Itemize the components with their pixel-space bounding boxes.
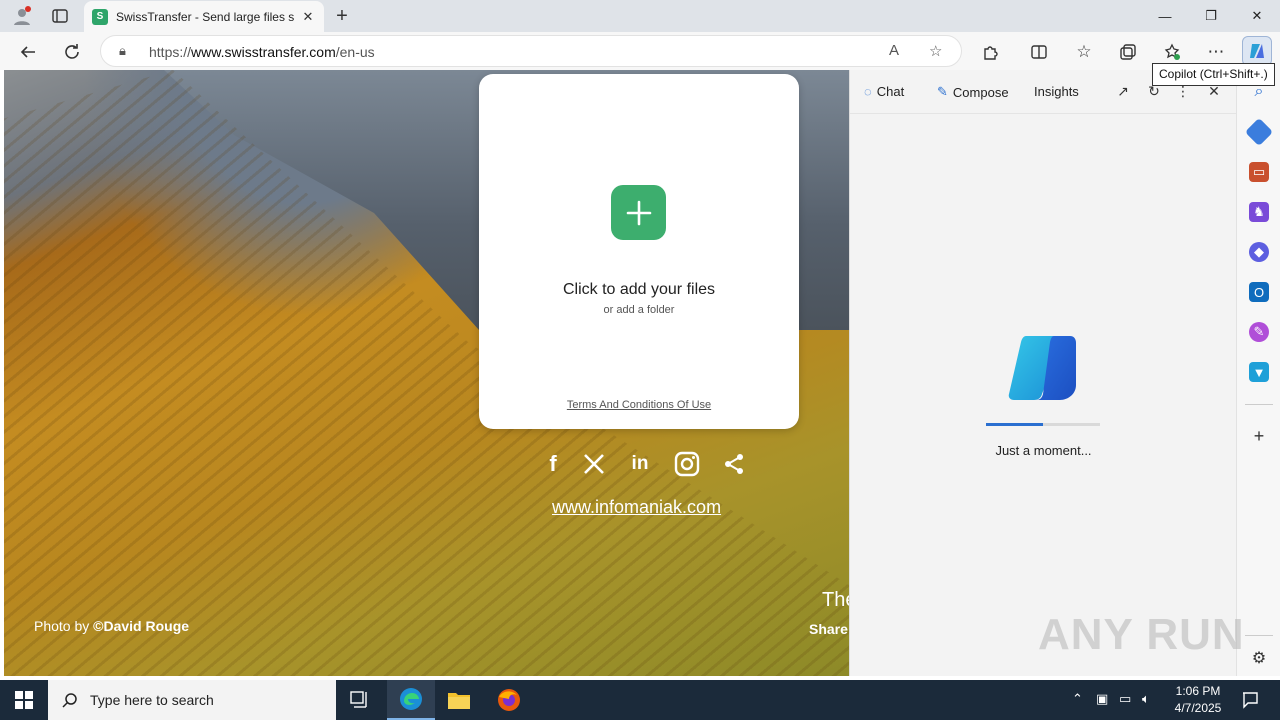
notifications-icon[interactable] [1230,680,1270,720]
terms-link[interactable]: Terms And Conditions Of Use [479,399,799,411]
taskbar-search-box[interactable]: Type here to search [48,680,336,720]
volume-icon[interactable]: 🔈︎ [1142,691,1150,707]
sidebar-divider [1245,404,1273,405]
refresh-button[interactable] [59,39,85,65]
infomaniak-link[interactable]: www.infomaniak.com [552,497,721,518]
firefox-icon[interactable] [485,680,533,720]
add-files-title[interactable]: Click to add your files [479,281,799,299]
file-explorer-icon[interactable] [435,680,483,720]
anyrun-watermark: ANY RUN [1038,610,1245,659]
photo-author-link[interactable]: ©David Rouge [93,618,189,634]
browser-toolbar: 🔒︎ https://www.swisstransfer.com/en-us A… [0,32,1280,70]
back-button[interactable] [15,39,41,65]
read-aloud-icon[interactable]: A [889,42,899,59]
designer-icon[interactable]: ✎ [1249,322,1269,342]
network-icon[interactable]: ▭ [1119,691,1131,707]
search-icon [62,693,77,708]
tools-icon[interactable]: ▭ [1249,162,1269,182]
loading-status-text: Just a moment... [995,443,1092,458]
copilot-logo-icon [1008,336,1076,400]
tray-overflow-icon[interactable]: ⌃ [1072,691,1083,707]
screen: S SwissTransfer - Send large files se ✕ … [0,0,1280,720]
new-tab-button[interactable]: + [330,4,354,28]
browser-tab-bar: S SwissTransfer - Send large files se ✕ … [0,0,1280,32]
linkedin-icon[interactable]: in [625,450,655,478]
copilot-button[interactable] [1242,36,1272,66]
tab-actions-icon[interactable] [48,4,72,28]
add-folder-link[interactable]: or add a folder [479,304,799,316]
start-button[interactable] [0,680,48,720]
tab-title: SwissTransfer - Send large files se [116,9,294,24]
plus-icon [626,200,651,225]
page-background-photo: Click to add your files or add a folder … [4,70,849,676]
browser-essentials-icon[interactable] [1159,39,1185,65]
sidebar-divider-bottom [1245,635,1273,636]
clock-date: 4/7/2025 [1174,701,1222,715]
games-icon[interactable]: ♞ [1249,202,1269,222]
favorite-star-icon[interactable]: ☆ [929,42,942,60]
lock-icon[interactable]: 🔒︎ [119,43,126,59]
minimize-button[interactable]: — [1142,0,1188,32]
facebook-icon[interactable]: f [538,450,568,478]
tab-close-icon[interactable]: ✕ [300,9,316,25]
upload-card[interactable]: Click to add your files or add a folder … [479,74,799,429]
hero-tagline: The [822,589,849,611]
favorites-icon[interactable]: ☆ [1071,39,1097,65]
x-twitter-icon[interactable] [579,450,609,478]
tab-swisstransfer[interactable]: S SwissTransfer - Send large files se ✕ [84,1,324,32]
copilot-pane: ◌ Chat ✎ Compose Insights ↗ ↻ ⋮ ✕ Just a m… [849,70,1237,676]
outlook-icon[interactable]: O [1249,282,1269,302]
tab-insights[interactable]: Insights [1034,84,1079,99]
add-files-button[interactable] [611,185,666,240]
address-bar[interactable]: 🔒︎ https://www.swisstransfer.com/en-us A… [100,35,962,67]
tray-app-icon[interactable]: ▣ [1096,691,1108,707]
split-screen-icon[interactable] [1026,39,1052,65]
edge-sidebar: ⌕ ▭ ♞ ◆ O ✎ ▼ + ⚙ [1236,70,1280,676]
microsoft365-icon[interactable]: ◆ [1249,242,1269,262]
extensions-icon[interactable] [978,39,1004,65]
tab-compose[interactable]: ✎ Compose [937,84,1009,100]
add-sidebar-app-icon[interactable]: + [1249,426,1269,446]
copilot-tooltip: Copilot (Ctrl+Shift+.) [1152,63,1275,86]
shopping-tag-icon[interactable] [1244,117,1274,147]
settings-more-icon[interactable]: ⋯ [1203,39,1229,65]
task-view-icon[interactable] [336,680,384,720]
photo-credit: Photo by ©David Rouge [34,618,190,634]
window-close-button[interactable]: ✕ [1234,0,1280,32]
taskbar-search-placeholder: Type here to search [90,692,214,708]
share-icon[interactable] [719,450,749,478]
swisstransfer-favicon-icon: S [92,8,108,25]
url-text[interactable]: https://www.swisstransfer.com/en-us [149,44,375,60]
collections-icon[interactable] [1115,39,1141,65]
instagram-icon[interactable] [672,450,702,478]
hero-subtagline: Share [809,621,848,637]
open-in-new-icon[interactable]: ↗ [1114,83,1132,100]
loading-progress-bar [986,423,1100,426]
windows-logo-icon [15,691,33,709]
chat-icon: ◌ [864,84,872,99]
edge-taskbar-icon[interactable] [387,680,435,720]
taskbar-clock[interactable]: 1:06 PM 4/7/2025 [1166,683,1230,717]
windows-taskbar: Type here to search ⌃ ▣ ▭ 🔈︎ 1:06 PM 4/7… [0,680,1280,720]
profile-icon[interactable] [10,4,34,28]
tab-chat[interactable]: ◌ Chat [864,84,904,99]
clock-time: 1:06 PM [1175,684,1221,698]
restore-button[interactable]: ❐ [1188,0,1234,32]
sidebar-settings-gear-icon[interactable]: ⚙ [1249,648,1269,668]
drop-icon[interactable]: ▼ [1249,362,1269,382]
compose-icon: ✎ [937,84,948,99]
